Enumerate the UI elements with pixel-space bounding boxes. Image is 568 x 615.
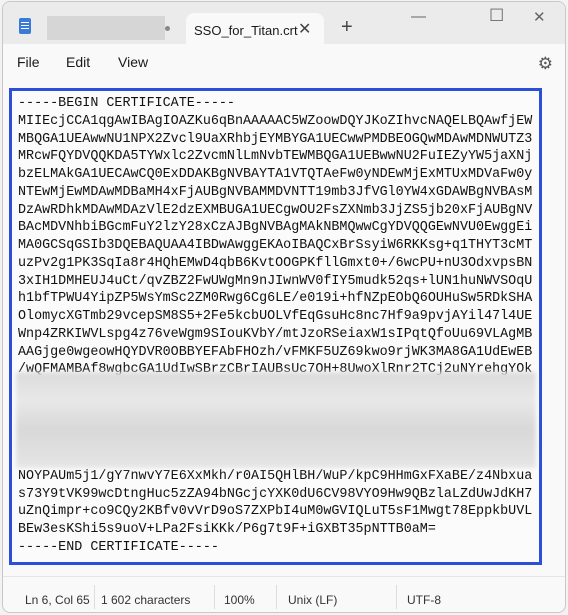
text-line: MRcwFQYDVQQKDA5TYWxlc2ZvcmNlLmNvbTEWMBQG… xyxy=(18,149,533,165)
text-line: AAGjge0wgeowHQYDVR0OBBYEFAbFHOzh/vFMKF5U… xyxy=(18,344,533,360)
text-line: uzPv2g1PK3SqIa8r4HQhEMwD4qbB6KvtOOGPKfll… xyxy=(18,255,533,271)
zoom-level[interactable]: 100% xyxy=(224,593,255,607)
maximize-button[interactable]: ☐ xyxy=(489,6,504,26)
menu-view[interactable]: View xyxy=(118,54,148,70)
text-line: uZnQimpr+co9CQy2KBfv0vVrD9oS7ZXPbI4uM0wG… xyxy=(18,504,533,520)
text-line: -----BEGIN CERTIFICATE----- xyxy=(18,96,235,111)
menu-edit[interactable]: Edit xyxy=(66,54,90,70)
minimize-button[interactable]: — xyxy=(411,8,426,25)
text-line: NTEwMjEwMDAwMDBaMH4xFjAUBgNVBAMMDVNTT19m… xyxy=(18,184,533,200)
character-count: 1 602 characters xyxy=(101,593,191,607)
close-tab-icon[interactable]: ✕ xyxy=(298,19,311,39)
notepad-window: SSO_for_Titan.crt ✕ + — ☐ ✕ File Edit Vi… xyxy=(2,1,566,613)
text-line: BEw3esKShi5s9uoV+LPa2FsiKKk/P6g7t9F+iGXB… xyxy=(18,522,436,537)
tab-redacted[interactable] xyxy=(47,16,165,40)
text-line: Wnp4ZRKIWVLspg4z76veWgm9SIouKVbY/mtJzoRS… xyxy=(18,326,533,342)
close-window-button[interactable]: ✕ xyxy=(533,8,546,26)
text-line: MA0GCSqGSIb3DQEBAQUAA4IBDwAwggEKAoIBAQCx… xyxy=(18,238,533,253)
encoding[interactable]: UTF-8 xyxy=(407,593,441,607)
text-line: 3xIH1DMHEUJ4uCt/qvZBZ2FwUWgMn9nJIwnWV0fI… xyxy=(18,273,533,289)
text-line: -----END CERTIFICATE----- xyxy=(18,539,219,555)
notepad-icon xyxy=(19,18,31,34)
tab-title: SSO_for_Titan.crt xyxy=(194,23,298,38)
text-line: NOYPAUm5j1/gY7nwvY7E6XxMkh/r0AI5QHlBH/Wu… xyxy=(18,468,533,484)
text-line: OlomycXGTmb29vcepSM8S5+2Fe5kcbUOLVfEqGsu… xyxy=(18,309,533,324)
text-line: MIIEcjCCA1qgAwIBAgIOAZKu6qBnAAAAAC5WZoow… xyxy=(18,113,533,129)
new-tab-button[interactable]: + xyxy=(341,16,353,39)
text-line: BAcMDVNhbiBGcmFuY2lzY28xCzAJBgNVBAgMAkNB… xyxy=(18,220,533,236)
line-ending[interactable]: Unix (LF) xyxy=(288,593,337,607)
settings-gear-icon[interactable]: ⚙ xyxy=(538,54,553,74)
text-line: DzAwRDhkMDAwMDAzVlE2dzEXMBUGA1UECgwOU2Fs… xyxy=(18,202,533,218)
status-bar: Ln 6, Col 65 1 602 characters 100% Unix … xyxy=(3,576,565,612)
text-line: h1bfTPWU4YipZP5WsYmSc2ZM0Rwg6Cg6LE/e019i… xyxy=(18,291,533,307)
cursor-position: Ln 6, Col 65 xyxy=(25,593,90,607)
menu-file[interactable]: File xyxy=(17,54,40,70)
text-editor[interactable]: -----BEGIN CERTIFICATE----- MIIEcjCCA1qgA… xyxy=(9,88,542,565)
unsaved-dot-icon xyxy=(165,26,170,31)
tab-active[interactable]: SSO_for_Titan.crt ✕ xyxy=(186,13,324,45)
menu-bar: File Edit View ⚙ xyxy=(3,44,565,80)
title-bar: SSO_for_Titan.crt ✕ + — ☐ ✕ xyxy=(3,2,565,45)
text-line: s73Y9tVK99wcDtngHuc5zZA94bNGcjcYXK0dU6CV… xyxy=(18,486,533,502)
text-line: MBQGA1UEAwwNU1NPX2Zvcl9UaXRhbjEYMBYGA1UE… xyxy=(18,131,533,147)
text-line: bzELMAkGA1UECAwCQ0ExDDAKBgNVBAYTA1VTQTAe… xyxy=(18,167,533,182)
redacted-blur xyxy=(16,372,536,468)
certificate-text: -----BEGIN CERTIFICATE----- MIIEcjCCA1qgA… xyxy=(18,95,532,557)
